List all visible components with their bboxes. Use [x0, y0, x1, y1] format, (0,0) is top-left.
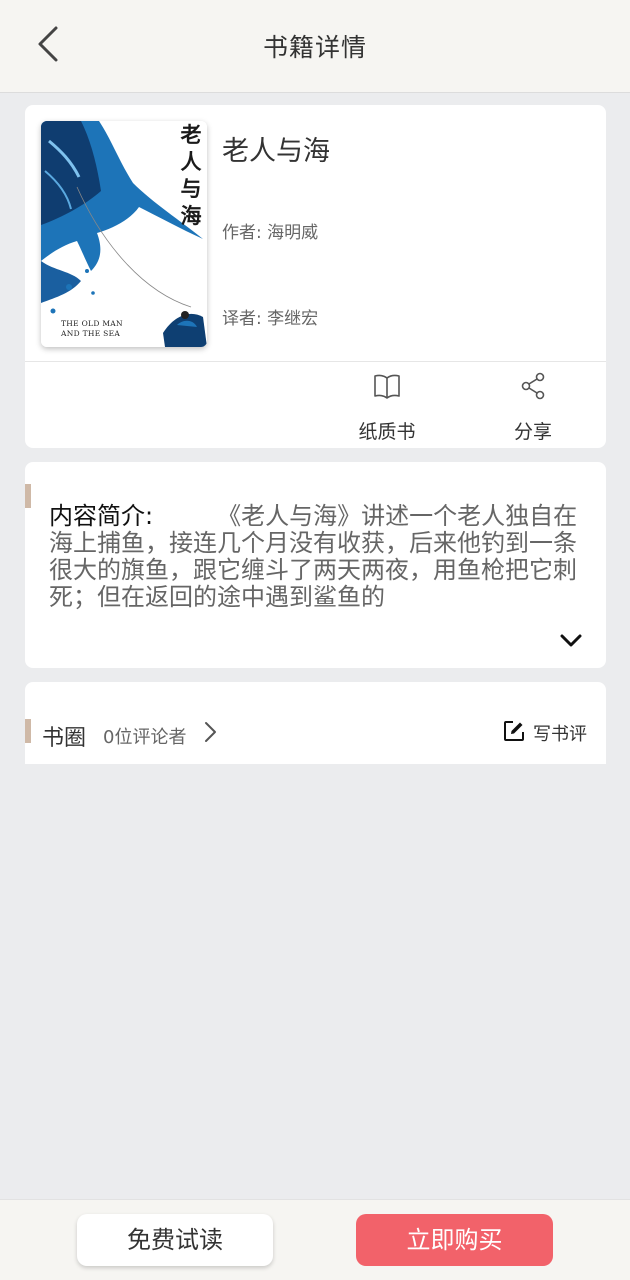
- share-label: 分享: [513, 421, 552, 443]
- header-bar: 书籍详情: [0, 0, 630, 93]
- cover-english-title: THE OLD MAN AND THE SEA: [61, 319, 123, 338]
- book-circle-card: 书圈 0位评论者 写书评: [25, 682, 606, 764]
- summary-text: 内容简介: 《老人与海》讲述一个老人独自在海上捕鱼，接连几个月没有收获，后来他钓到…: [49, 503, 579, 613]
- buy-now-button[interactable]: 立即购买: [356, 1214, 553, 1266]
- chevron-down-icon: [558, 634, 584, 656]
- reviewers-arrow-button[interactable]: [201, 720, 219, 744]
- paper-book-label: 纸质书: [358, 421, 416, 443]
- share-button[interactable]: 分享: [488, 367, 578, 447]
- book-translator: 译者: 李继宏: [222, 309, 319, 329]
- book-detail-page: 书籍详情 老人与海 THE OLD MAN AND THE SEA 老人与海 作…: [0, 0, 630, 1280]
- card-divider: [25, 361, 606, 362]
- book-circle-title: 书圈: [42, 726, 87, 751]
- share-icon: [519, 371, 547, 401]
- book-cover-image[interactable]: 老人与海 THE OLD MAN AND THE SEA: [41, 121, 207, 347]
- section-accent-bar: [25, 719, 31, 743]
- expand-summary-button[interactable]: [558, 630, 584, 652]
- free-trial-button[interactable]: 免费试读: [77, 1214, 273, 1266]
- write-review-button[interactable]: 写书评: [503, 719, 587, 747]
- book-title: 老人与海: [222, 136, 330, 167]
- book-author: 作者: 海明威: [222, 223, 319, 243]
- section-accent-bar: [25, 484, 31, 508]
- summary-label: 内容简介:: [49, 503, 154, 530]
- summary-card: 内容简介: 《老人与海》讲述一个老人独自在海上捕鱼，接连几个月没有收获，后来他钓到…: [25, 462, 606, 668]
- reviewer-count[interactable]: 0位评论者: [103, 723, 186, 749]
- write-review-label: 写书评: [533, 724, 587, 745]
- cover-title-text: 老人与海: [180, 122, 202, 228]
- page-title: 书籍详情: [262, 33, 367, 62]
- book-info-card: 老人与海 THE OLD MAN AND THE SEA 老人与海 作者: 海明…: [25, 105, 606, 448]
- open-book-icon: [373, 371, 401, 401]
- edit-icon: [503, 720, 525, 746]
- paper-book-button[interactable]: 纸质书: [342, 367, 432, 447]
- bottom-action-bar: 免费试读 立即购买: [0, 1199, 630, 1280]
- chevron-right-icon: [201, 722, 219, 748]
